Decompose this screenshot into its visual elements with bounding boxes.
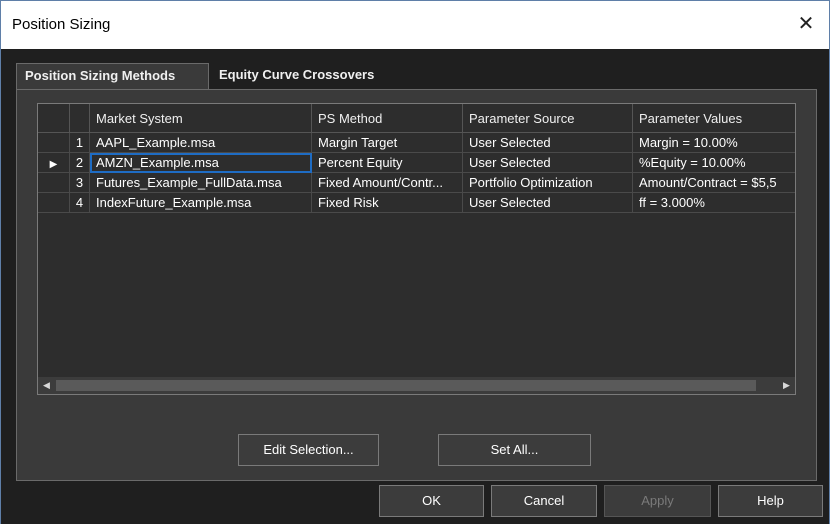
- row-number: 2: [70, 153, 90, 173]
- dialog-client-area: Position Sizing Methods Equity Curve Cro…: [1, 49, 829, 524]
- parameter-values-cell[interactable]: Margin = 10.00%: [633, 133, 795, 153]
- market-system-cell[interactable]: AAPL_Example.msa: [90, 133, 312, 153]
- apply-button[interactable]: Apply: [604, 485, 711, 517]
- table-row[interactable]: 4 IndexFuture_Example.msa Fixed Risk Use…: [38, 193, 795, 213]
- table-row[interactable]: ▶ 2 AMZN_Example.msa Percent Equity User…: [38, 153, 795, 173]
- row-indicator: [38, 193, 70, 213]
- column-header-parameter-values[interactable]: Parameter Values: [633, 104, 795, 133]
- market-system-cell[interactable]: Futures_Example_FullData.msa: [90, 173, 312, 193]
- market-system-cell[interactable]: AMZN_Example.msa: [90, 153, 312, 173]
- position-sizing-grid: Market System PS Method Parameter Source…: [37, 103, 796, 395]
- scrollbar-thumb[interactable]: [56, 380, 756, 391]
- column-header-market-system[interactable]: Market System: [90, 104, 312, 133]
- tab-panel: Market System PS Method Parameter Source…: [16, 89, 817, 481]
- header-indicator-cell: [38, 104, 70, 133]
- title-bar: Position Sizing ✕: [1, 1, 829, 49]
- parameter-source-cell[interactable]: Portfolio Optimization: [463, 173, 633, 193]
- row-indicator: [38, 173, 70, 193]
- ps-method-cell[interactable]: Fixed Amount/Contr...: [312, 173, 463, 193]
- position-sizing-dialog: Position Sizing ✕ Position Sizing Method…: [0, 0, 830, 524]
- table-row[interactable]: 1 AAPL_Example.msa Margin Target User Se…: [38, 133, 795, 153]
- set-all-button[interactable]: Set All...: [438, 434, 591, 466]
- row-number: 3: [70, 173, 90, 193]
- edit-selection-button[interactable]: Edit Selection...: [238, 434, 379, 466]
- window-title: Position Sizing: [12, 16, 111, 33]
- market-system-cell[interactable]: IndexFuture_Example.msa: [90, 193, 312, 213]
- parameter-source-cell[interactable]: User Selected: [463, 133, 633, 153]
- horizontal-scrollbar[interactable]: ◀ ▶: [38, 377, 795, 394]
- scroll-right-arrow-icon[interactable]: ▶: [778, 377, 795, 394]
- close-icon[interactable]: ✕: [783, 1, 829, 49]
- parameter-values-cell[interactable]: ff = 3.000%: [633, 193, 795, 213]
- parameter-source-cell[interactable]: User Selected: [463, 153, 633, 173]
- tab-position-sizing-methods[interactable]: Position Sizing Methods: [16, 63, 209, 89]
- ps-method-cell[interactable]: Fixed Risk: [312, 193, 463, 213]
- parameter-values-cell[interactable]: %Equity = 10.00%: [633, 153, 795, 173]
- scroll-left-arrow-icon[interactable]: ◀: [38, 377, 55, 394]
- ok-button[interactable]: OK: [379, 485, 484, 517]
- row-arrow-glyph: ▶: [49, 159, 58, 170]
- parameter-values-cell[interactable]: Amount/Contract = $5,5: [633, 173, 795, 193]
- ps-method-cell[interactable]: Percent Equity: [312, 153, 463, 173]
- cancel-button[interactable]: Cancel: [491, 485, 597, 517]
- row-indicator-arrow-icon: ▶: [38, 153, 70, 173]
- row-number: 1: [70, 133, 90, 153]
- table-row[interactable]: 3 Futures_Example_FullData.msa Fixed Amo…: [38, 173, 795, 193]
- column-header-ps-method[interactable]: PS Method: [312, 104, 463, 133]
- ps-method-cell[interactable]: Margin Target: [312, 133, 463, 153]
- row-number: 4: [70, 193, 90, 213]
- parameter-source-cell[interactable]: User Selected: [463, 193, 633, 213]
- help-button[interactable]: Help: [718, 485, 823, 517]
- row-indicator: [38, 133, 70, 153]
- grid-header: Market System PS Method Parameter Source…: [38, 104, 795, 133]
- header-number-cell: [70, 104, 90, 133]
- tab-equity-curve-crossovers[interactable]: Equity Curve Crossovers: [211, 65, 382, 87]
- column-header-parameter-source[interactable]: Parameter Source: [463, 104, 633, 133]
